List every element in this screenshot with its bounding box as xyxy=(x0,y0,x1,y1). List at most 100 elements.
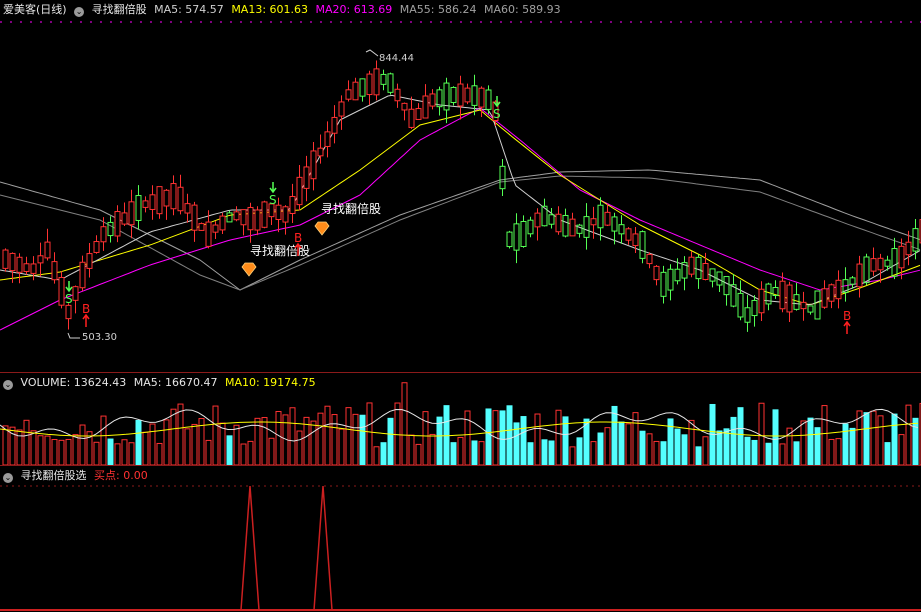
volume-bar xyxy=(471,440,478,465)
candle xyxy=(443,77,450,124)
low-price-pointer xyxy=(67,332,80,339)
volume-bar xyxy=(527,442,534,465)
volume-bar xyxy=(205,439,212,465)
volume-bar xyxy=(842,423,849,465)
volume-bar xyxy=(163,419,170,465)
candle xyxy=(72,285,79,314)
volume-bar xyxy=(380,442,387,465)
volume-bar xyxy=(793,441,800,465)
volume-bar xyxy=(723,428,730,465)
volume-bar xyxy=(408,434,415,465)
candle xyxy=(548,208,555,229)
volume-bar xyxy=(79,424,86,465)
volume-bar xyxy=(905,404,912,465)
candle xyxy=(457,75,464,120)
indicator-header: ⌄ 寻找翻倍股选 买点: 0.00 xyxy=(3,469,152,483)
candle xyxy=(534,208,541,241)
candlestick-chart[interactable]: 844.44503.30寻找翻倍股寻找翻倍股SBSBSB xyxy=(0,0,921,372)
candle xyxy=(723,276,730,306)
candle xyxy=(912,219,919,260)
indicator-title: 寻找翻倍股 xyxy=(91,3,147,16)
candle xyxy=(51,252,58,284)
candle xyxy=(282,205,289,235)
candle xyxy=(177,174,184,215)
panel-toggle-icon[interactable]: ⌄ xyxy=(3,380,13,390)
candle xyxy=(660,265,667,304)
price-chart-panel[interactable]: 844.44 503.30 寻找翻倍股 寻找翻倍股 S B S B S B 爱美客(日线) ⌄ 寻… xyxy=(0,0,921,372)
ma5-value: MA5: 574.57 xyxy=(154,3,224,16)
volume-bar xyxy=(247,440,254,465)
candle xyxy=(345,80,352,102)
volume-bar xyxy=(114,443,121,465)
volume-bar xyxy=(478,441,485,465)
candle xyxy=(79,255,86,292)
volume-bar xyxy=(639,430,646,465)
volume-bar xyxy=(93,441,100,465)
volume-bar xyxy=(590,441,597,465)
indicator-panel[interactable]: ⌄ 寻找翻倍股选 买点: 0.00 xyxy=(0,466,921,612)
volume-bar xyxy=(849,427,856,465)
volume-bar xyxy=(576,437,583,465)
sell-arrow-icon xyxy=(65,281,73,293)
volume-bar xyxy=(415,443,422,465)
volume-bar xyxy=(891,413,898,465)
candle xyxy=(695,254,702,289)
volume-bar xyxy=(128,442,135,465)
volume-bar xyxy=(156,442,163,465)
volume-bar xyxy=(737,407,744,465)
panel-toggle-icon[interactable]: ⌄ xyxy=(74,7,85,17)
volume-bar xyxy=(275,411,282,465)
candle xyxy=(408,96,415,129)
candle xyxy=(100,217,107,251)
candle xyxy=(2,248,9,272)
candle xyxy=(128,189,135,239)
candle xyxy=(142,196,149,213)
candle xyxy=(338,95,345,130)
candle xyxy=(352,77,359,101)
candle xyxy=(86,242,93,278)
candle xyxy=(58,271,65,309)
volume-bar xyxy=(541,439,548,465)
volume-bar xyxy=(268,437,275,465)
volume-bar xyxy=(751,439,758,465)
volume-bar xyxy=(618,421,625,465)
panel-toggle-icon[interactable]: ⌄ xyxy=(3,473,13,483)
volume-bar xyxy=(352,413,359,465)
candle xyxy=(149,185,156,220)
volume-bar xyxy=(72,434,79,465)
volume-bar xyxy=(170,408,177,465)
volume-bar xyxy=(394,402,401,465)
candle xyxy=(37,242,44,277)
candle xyxy=(583,203,590,250)
indicator-chart[interactable] xyxy=(0,466,921,612)
candle xyxy=(576,223,583,238)
candle xyxy=(772,280,779,299)
candle xyxy=(121,202,128,226)
volume-bar xyxy=(289,407,296,465)
candle xyxy=(737,280,744,321)
candle xyxy=(513,213,520,264)
volume-bar xyxy=(107,438,114,465)
candle xyxy=(93,235,100,254)
candle xyxy=(856,255,863,298)
candle xyxy=(800,291,807,321)
candle xyxy=(324,121,331,158)
volume-bar xyxy=(261,417,268,465)
candle xyxy=(296,164,303,211)
candle xyxy=(303,155,310,202)
volume-header: ⌄ VOLUME: 13624.43 MA5: 16670.47 MA10: 1… xyxy=(3,376,320,390)
ma55-value: MA55: 586.24 xyxy=(399,3,477,16)
candle xyxy=(877,253,884,283)
candle xyxy=(380,69,387,91)
candle xyxy=(65,303,72,330)
ma60-value: MA60: 589.93 xyxy=(483,3,561,16)
volume-panel[interactable]: ⌄ VOLUME: 13624.43 MA5: 16670.47 MA10: 1… xyxy=(0,373,921,465)
buy-mark: B xyxy=(294,231,302,245)
volume-bar xyxy=(660,441,667,465)
volume-bar xyxy=(65,438,72,465)
sell-mark: S xyxy=(65,292,73,306)
candle xyxy=(219,212,226,235)
candle xyxy=(429,89,436,110)
candle xyxy=(450,86,457,106)
stock-title[interactable]: 爱美客(日线) xyxy=(3,3,67,16)
